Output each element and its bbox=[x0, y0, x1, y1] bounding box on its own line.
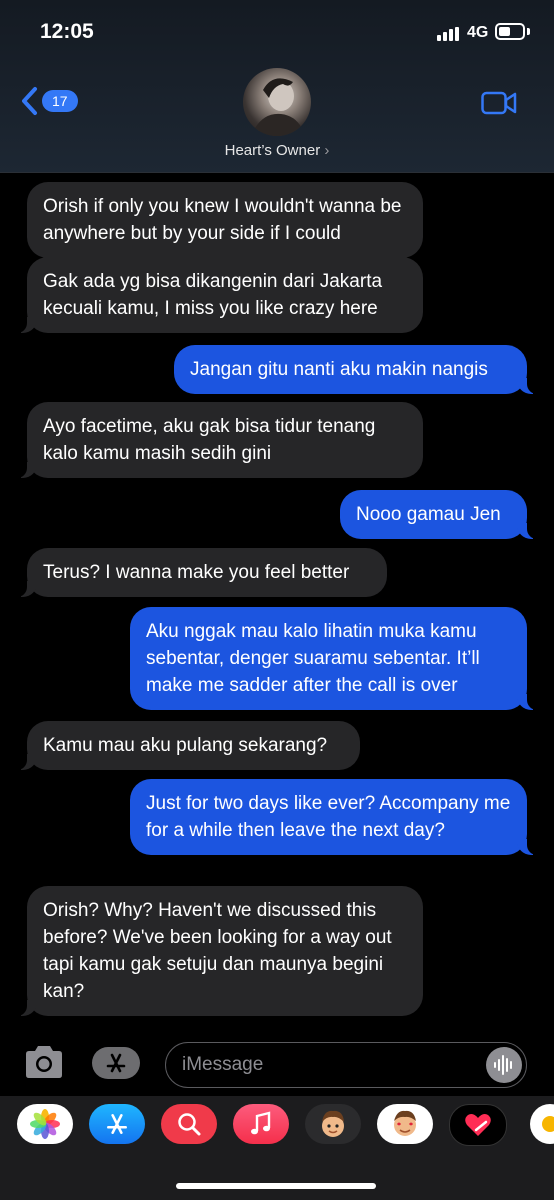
imessage-input[interactable]: iMessage bbox=[165, 1042, 527, 1088]
conversation-header: 12:05 4G 17 Heart’s Owner › bbox=[0, 0, 554, 173]
unread-count-badge: 17 bbox=[42, 90, 78, 112]
digital-touch-icon[interactable] bbox=[449, 1104, 507, 1146]
search-images-icon[interactable] bbox=[161, 1104, 217, 1144]
avatar-photo bbox=[251, 78, 305, 136]
home-indicator bbox=[176, 1183, 376, 1189]
app-store-icon[interactable] bbox=[89, 1104, 145, 1144]
status-time: 12:05 bbox=[40, 20, 94, 43]
video-camera-icon bbox=[481, 91, 517, 115]
avatar[interactable] bbox=[243, 68, 311, 136]
waveform-icon bbox=[494, 1055, 512, 1075]
network-type: 4G bbox=[467, 24, 489, 41]
contact-name-button[interactable]: Heart’s Owner › bbox=[0, 142, 554, 159]
message-outgoing[interactable]: Jangan gitu nanti aku makin nangis bbox=[174, 345, 539, 394]
message-incoming[interactable]: Terus? I wanna make you feel better bbox=[15, 548, 387, 597]
memoji-icon[interactable] bbox=[305, 1104, 361, 1144]
message-incoming[interactable]: Ayo facetime, aku gak bisa tidur tenang … bbox=[15, 402, 423, 478]
back-button[interactable]: 17 bbox=[20, 86, 78, 116]
photos-icon[interactable] bbox=[17, 1104, 73, 1144]
contact-name: Heart’s Owner bbox=[224, 142, 321, 159]
signal-icon bbox=[437, 27, 459, 41]
message-outgoing[interactable]: Just for two days like ever? Accompany m… bbox=[130, 779, 539, 855]
camera-icon bbox=[26, 1046, 62, 1078]
message-incoming[interactable]: Orish if only you knew I wouldn't wanna … bbox=[27, 182, 423, 258]
music-icon[interactable] bbox=[233, 1104, 289, 1144]
message-composer: iMessage bbox=[0, 1030, 554, 1096]
message-outgoing[interactable]: Nooo gamau Jen bbox=[340, 490, 539, 539]
chevron-right-icon: › bbox=[324, 142, 330, 159]
message-incoming[interactable]: Gak ada yg bisa dikangenin dari Jakarta … bbox=[15, 257, 423, 333]
imessage-placeholder: iMessage bbox=[182, 1054, 264, 1075]
message-outgoing[interactable]: Aku nggak mau kalo lihatin muka kamu seb… bbox=[130, 607, 539, 710]
chevron-left-icon bbox=[22, 87, 37, 115]
memoji-stickers-icon[interactable] bbox=[377, 1104, 433, 1144]
message-incoming[interactable]: Kamu mau aku pulang sekarang? bbox=[15, 721, 360, 770]
audio-message-button[interactable] bbox=[486, 1047, 522, 1083]
message-incoming[interactable]: Orish? Why? Haven't we discussed this be… bbox=[15, 886, 423, 1016]
app-drawer-button[interactable] bbox=[92, 1047, 140, 1079]
battery-icon bbox=[495, 23, 525, 40]
camera-button[interactable] bbox=[22, 1044, 66, 1085]
facetime-video-button[interactable] bbox=[481, 90, 517, 121]
more-app-icon[interactable] bbox=[530, 1104, 554, 1144]
app-store-icon bbox=[106, 1053, 126, 1073]
